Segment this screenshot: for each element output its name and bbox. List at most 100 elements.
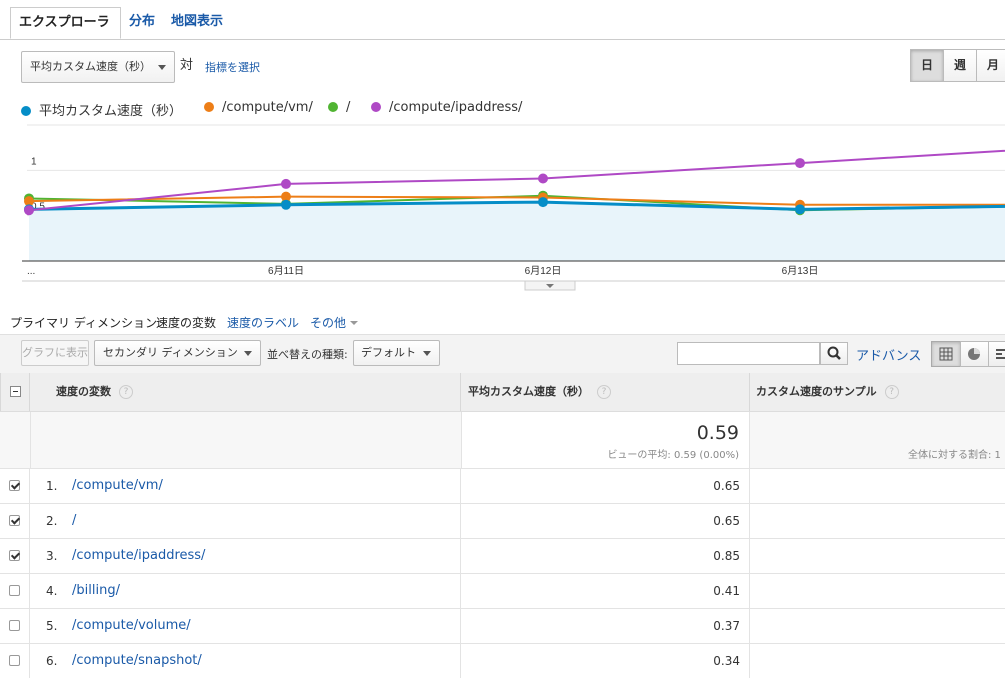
help-icon[interactable]: ? [884,385,899,399]
row-dimension-cell: 5. /compute/volume/ [30,609,461,643]
row-number: 5. [46,619,58,633]
row-avg-cell: 0.85 [461,539,750,573]
totals-avg-cell: 0.59 ビューの平均: 0.59 (0.00%) [461,412,750,469]
row-samples-cell [750,644,1005,678]
row-checkbox[interactable] [9,620,20,631]
x-tick-label: 6月11日 [268,265,304,277]
row-number: 6. [46,654,58,668]
row-avg-cell: 0.34 [461,644,750,678]
metric-select-label: 平均カスタム速度（秒） [30,60,151,73]
row-checkbox[interactable] [9,515,20,526]
pie-view-button[interactable] [960,341,989,367]
row-dimension-link[interactable]: /compute/vm/ [72,469,163,503]
col-header-dimension[interactable]: 速度の変数? [30,373,461,411]
row-dimension-cell: 1. /compute/vm/ [30,469,461,503]
totals-row: 0.59 ビューの平均: 0.59 (0.00%) 全体に対する割合: 1 [0,411,1005,469]
legend-label: / [346,100,351,115]
sort-type-select[interactable]: デフォルト [353,340,440,366]
period-month-button[interactable]: 月 [976,49,1005,82]
legend-label: /compute/ipaddress/ [389,100,523,115]
table-row: 5. /compute/volume/0.37 [0,608,1005,643]
row-checkbox[interactable] [9,480,20,491]
choose-metric-link[interactable]: 指標を選択 [205,59,260,75]
total-samples-subtext: 全体に対する割合: 1 [908,450,1001,461]
row-checkbox[interactable] [9,655,20,666]
dimension-more-link[interactable]: その他 [310,314,359,331]
row-dimension-link[interactable]: /compute/snapshot/ [72,644,202,678]
row-samples-cell [750,539,1005,573]
grid-icon [939,347,953,361]
row-dimension-link[interactable]: /compute/ipaddress/ [72,539,205,573]
line-chart: 1.510.5...6月11日6月12日6月13日 [22,120,1005,291]
tab-distribution[interactable]: 分布 [129,7,155,39]
row-samples-cell [750,609,1005,643]
row-dimension-cell: 2. / [30,504,461,538]
dimension-more-label: その他 [310,316,347,330]
row-avg-cell: 0.37 [461,609,750,643]
table-search-input[interactable] [677,342,820,365]
legend-dot-icon [371,102,381,112]
primary-dimension-label: プライマリ ディメンション: [10,316,162,330]
col-header-samples[interactable]: カスタム速度のサンプル? [750,373,1005,411]
dimension-current: 速度の変数 [156,316,217,330]
secondary-dimension-label: セカンダリ ディメンション [103,346,238,359]
legend-item-vm: /compute/vm/ [204,100,313,115]
search-button[interactable] [820,342,848,365]
row-select-cell [0,644,30,678]
area-fill [29,202,1005,261]
table-view-button[interactable] [931,341,961,367]
x-tick-label: 6月13日 [782,265,819,277]
row-dimension-cell: 4. /billing/ [30,574,461,608]
tab-explorer[interactable]: エクスプローラ [10,7,121,39]
select-all-checkbox[interactable] [10,386,21,397]
period-day-button[interactable]: 日 [910,49,944,82]
legend-dot-icon [204,102,214,112]
row-samples-cell [750,469,1005,503]
row-number: 2. [46,514,58,528]
row-dimension-link[interactable]: / [72,504,76,538]
secondary-dimension-select[interactable]: セカンダリ ディメンション [94,340,261,366]
table-row: 3. /compute/ipaddress/0.85 [0,538,1005,573]
sort-type-value: デフォルト [361,346,416,359]
advanced-link[interactable]: アドバンス [856,345,921,364]
row-checkbox[interactable] [9,550,20,561]
row-dimension-cell: 6. /compute/snapshot/ [30,644,461,678]
legend-label: /compute/vm/ [222,100,313,115]
row-dimension-link[interactable]: /billing/ [72,574,120,608]
col-header-avg-speed[interactable]: 平均カスタム速度（秒）? [461,373,750,411]
search-icon [827,346,841,360]
period-week-button[interactable]: 週 [943,49,977,82]
row-select-cell [0,504,30,538]
row-avg-cell: 0.41 [461,574,750,608]
x-tick-label: ... [27,266,35,277]
sort-type-label: 並べ替えの種類: [267,348,348,361]
row-dimension-link[interactable]: /compute/volume/ [72,609,191,643]
dimension-speed-label-link[interactable]: 速度のラベル [227,314,299,331]
row-select-cell [0,539,30,573]
tab-map[interactable]: 地図表示 [171,7,223,39]
bar-list-icon [996,349,1005,359]
data-point [795,158,805,169]
metric-select[interactable]: 平均カスタム速度（秒） [21,51,175,83]
legend-label: 平均カスタム速度（秒） [39,104,183,119]
legend-dot-icon [21,106,31,116]
row-number: 1. [46,479,58,493]
chevron-down-icon [158,65,166,70]
data-point [24,205,34,216]
performance-view-button[interactable] [988,341,1005,367]
data-point [795,204,805,215]
data-point [538,197,548,208]
table-row: 2. / 0.65 [0,503,1005,538]
row-dimension-cell: 3. /compute/ipaddress/ [30,539,461,573]
x-tick-label: 6月12日 [525,265,562,277]
plot-rows-button[interactable]: グラフに表示 [21,340,89,366]
row-samples-cell [750,504,1005,538]
data-point [281,199,291,210]
row-checkbox[interactable] [9,585,20,596]
table-row: 1. /compute/vm/0.65 [0,468,1005,503]
data-point [538,173,548,184]
legend-item-ipaddress: /compute/ipaddress/ [371,100,522,115]
select-all-cell [0,373,30,411]
help-icon[interactable]: ? [597,385,611,399]
help-icon[interactable]: ? [119,385,133,399]
